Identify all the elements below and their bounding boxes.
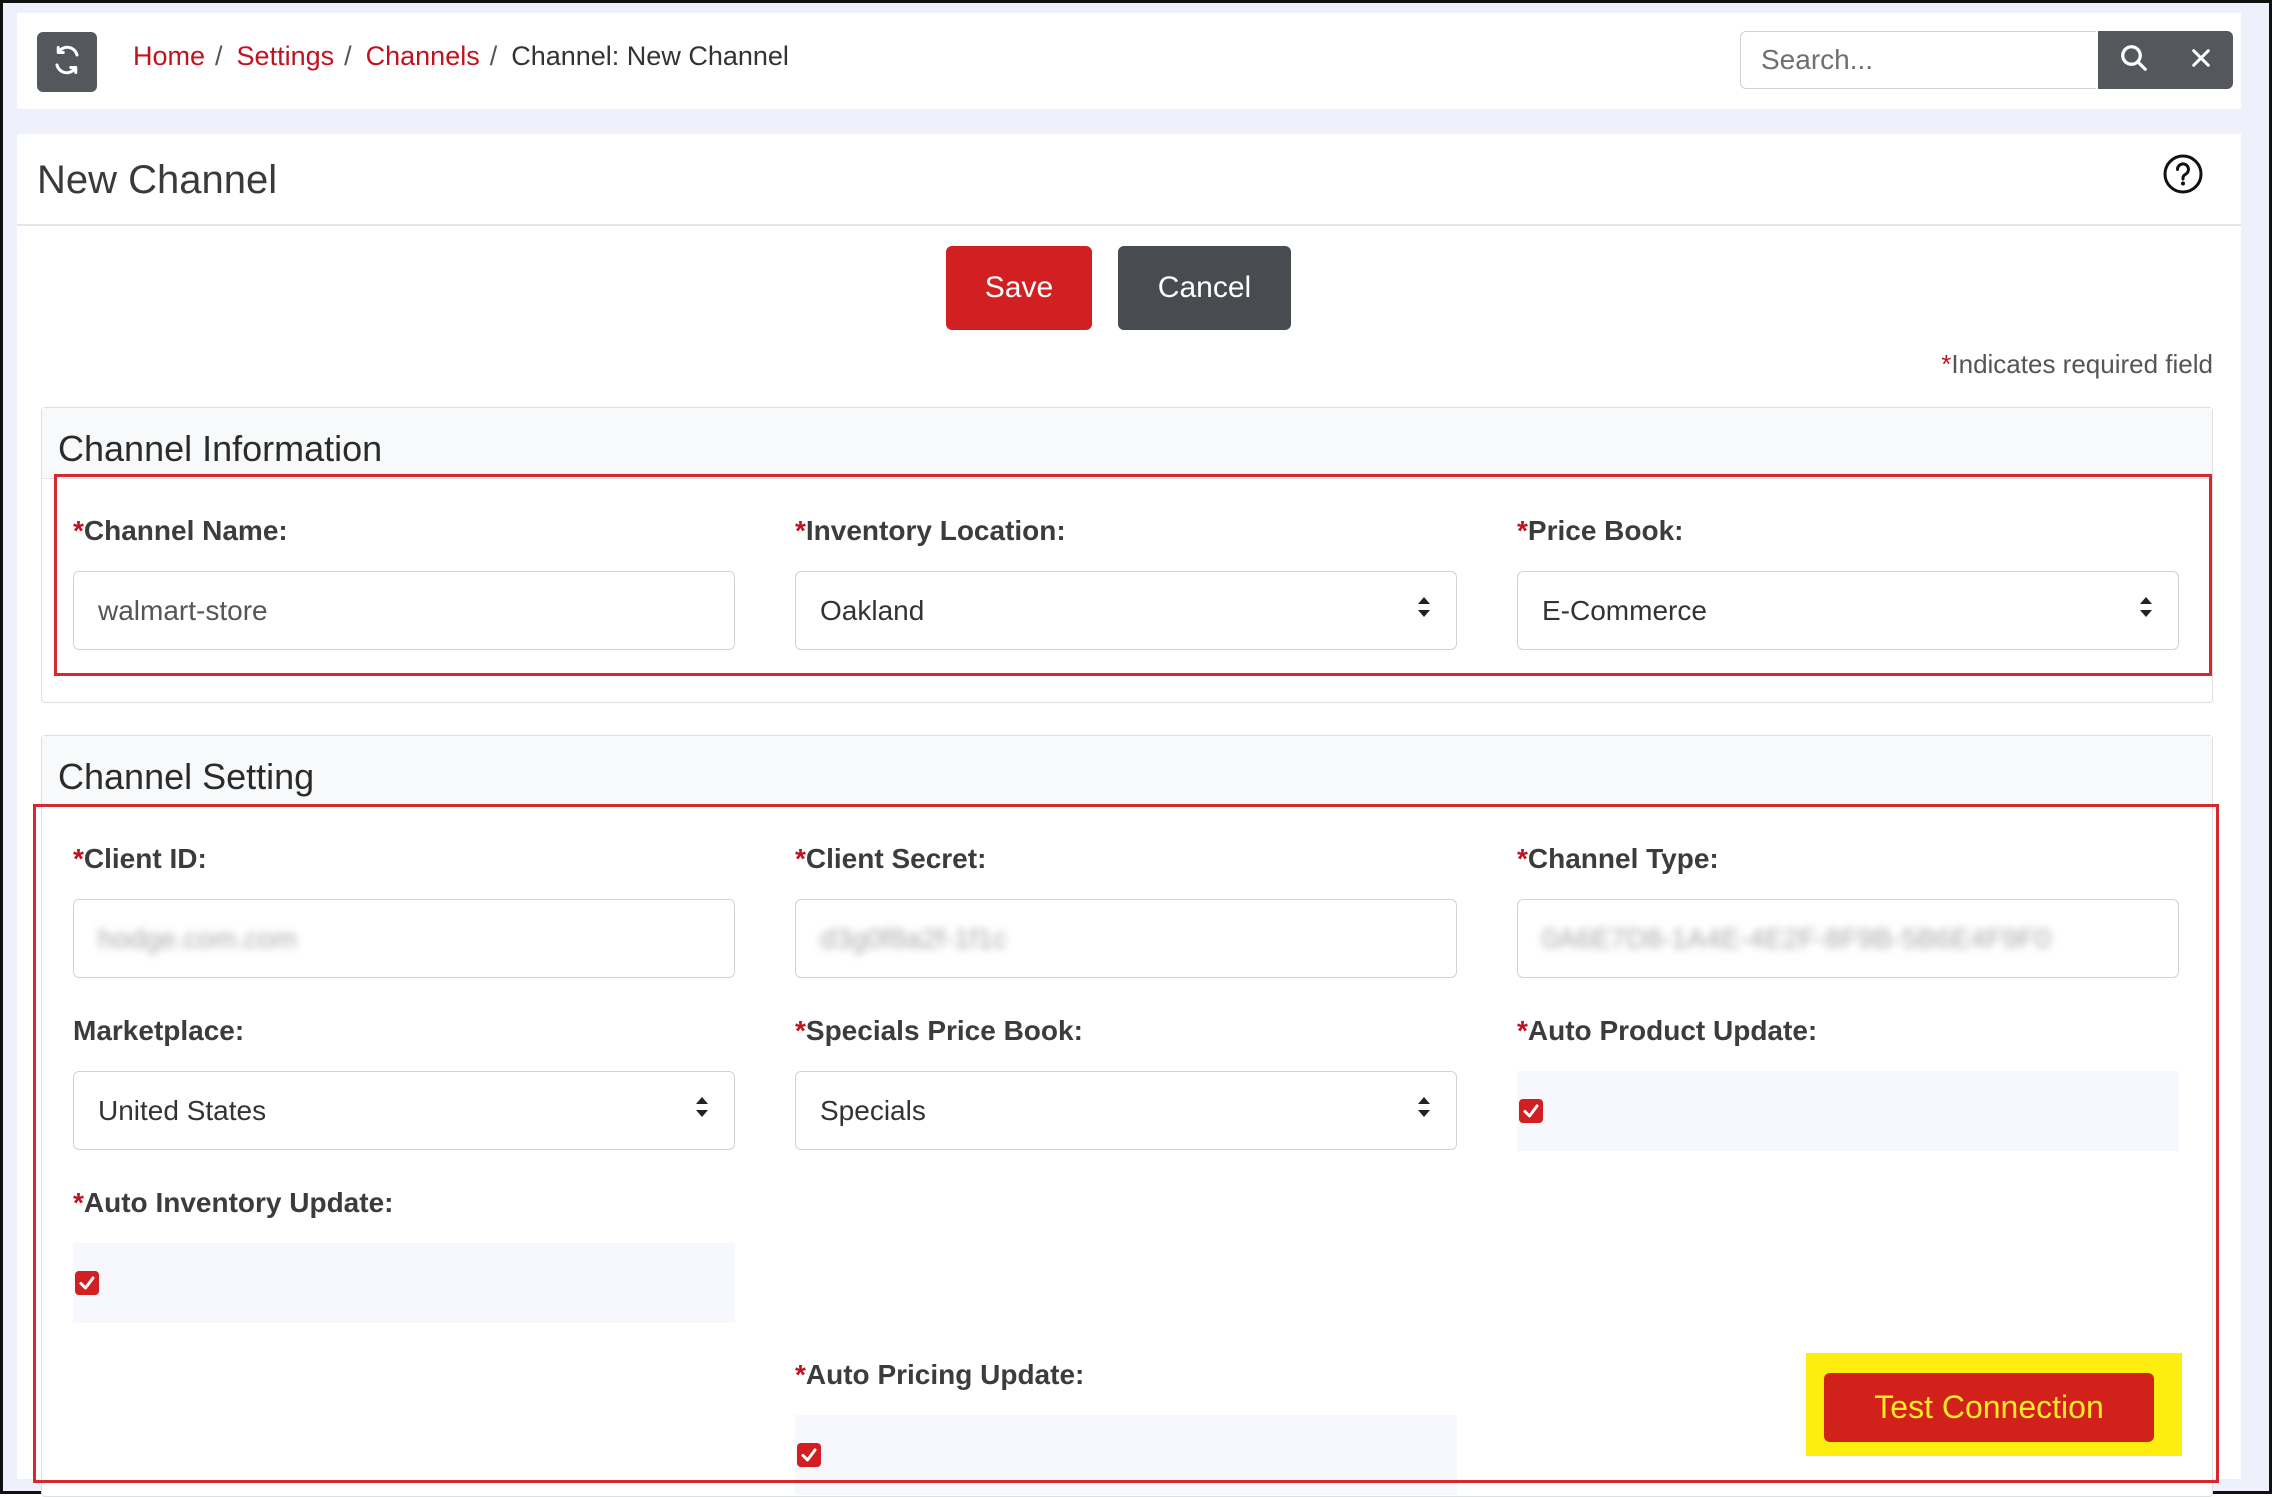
page-title: New Channel xyxy=(37,158,278,202)
section-title: Channel Information xyxy=(58,428,383,469)
refresh-button[interactable] xyxy=(37,32,97,92)
section-title: Channel Setting xyxy=(58,756,315,797)
search-input[interactable] xyxy=(1740,31,2096,89)
search-icon[interactable] xyxy=(2119,43,2149,78)
required-star: * xyxy=(1941,349,1952,379)
breadcrumb-separator: / xyxy=(215,41,223,71)
card-header: New Channel xyxy=(17,134,2241,226)
refresh-icon xyxy=(52,45,82,80)
help-icon[interactable] xyxy=(2162,153,2204,200)
app-frame: Home / Settings / Channels / Channel: Ne… xyxy=(0,0,2272,1497)
required-field-note: *Indicates required field xyxy=(1941,349,2213,380)
cancel-button[interactable]: Cancel xyxy=(1118,246,1291,330)
search-button-group xyxy=(2098,31,2233,89)
section-header: Channel Information xyxy=(42,408,2212,479)
breadcrumb-channels[interactable]: Channels xyxy=(366,41,480,72)
top-bar: Home / Settings / Channels / Channel: Ne… xyxy=(17,13,2241,109)
breadcrumb-settings[interactable]: Settings xyxy=(237,41,335,72)
breadcrumb-separator: / xyxy=(489,41,498,71)
breadcrumb: Home / Settings / Channels / Channel: Ne… xyxy=(133,41,789,72)
test-connection-button[interactable]: Test Connection xyxy=(1824,1373,2154,1442)
section-header: Channel Setting xyxy=(42,736,2212,807)
annotation-highlight-box xyxy=(54,474,2212,676)
breadcrumb-home[interactable]: Home xyxy=(133,41,205,72)
save-button[interactable]: Save xyxy=(946,246,1092,330)
clear-search-icon[interactable] xyxy=(2190,47,2212,74)
required-note-text: Indicates required field xyxy=(1951,349,2213,379)
breadcrumb-separator: / xyxy=(344,41,352,71)
breadcrumb-current: Channel: New Channel xyxy=(511,41,789,71)
